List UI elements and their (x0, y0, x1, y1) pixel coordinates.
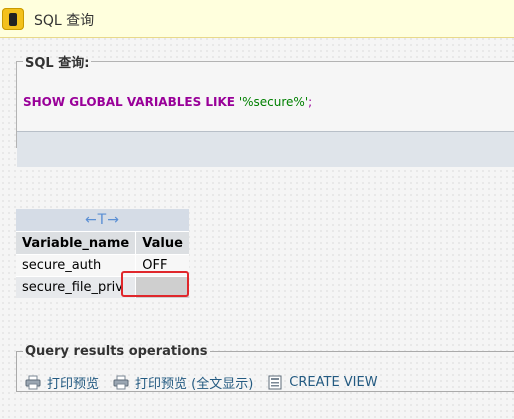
create-view-link[interactable]: CREATE VIEW (267, 375, 378, 390)
sql-query-footer (17, 131, 514, 167)
sql-keyword: SHOW GLOBAL VARIABLES LIKE (23, 95, 235, 109)
sql-query-box: SQL 查询: SHOW GLOBAL VARIABLES LIKE '%sec… (16, 52, 514, 167)
column-toggle-icon[interactable]: ←T→ (85, 212, 120, 228)
operations-legend: Query results operations (25, 344, 208, 359)
print-preview-label: 打印预览 (47, 377, 100, 392)
print-preview-full-label: 打印预览 (全文显示) (135, 377, 254, 392)
column-toggle-header[interactable]: ←T→ (16, 209, 189, 231)
print-preview-full-link[interactable]: 打印预览 (全文显示) (113, 373, 253, 392)
sql-query-legend: SQL 查询: (25, 56, 90, 71)
sql-separator: ; (308, 95, 313, 109)
view-icon (268, 375, 282, 390)
highlight-box (121, 271, 189, 297)
print-preview-link[interactable]: 打印预览 (25, 373, 99, 392)
banner-title: SQL 查询 (34, 13, 95, 29)
sql-query-text[interactable]: SHOW GLOBAL VARIABLES LIKE '%secure%'; (23, 95, 312, 109)
print-icon (25, 375, 41, 390)
print-icon (113, 375, 129, 390)
query-results-operations: Query results operations 打印预览 打印预览 (全文显示… (16, 344, 514, 392)
warning-icon: ! (2, 8, 24, 30)
cell-variable-name: secure_file_priv (16, 276, 136, 298)
sql-query-banner: ! SQL 查询 (0, 0, 514, 38)
column-header-value[interactable]: Value (135, 231, 189, 254)
cell-variable-name: secure_auth (16, 254, 136, 276)
create-view-label: CREATE VIEW (289, 375, 378, 390)
column-header-variable-name[interactable]: Variable_name (16, 231, 136, 254)
sql-pattern: '%secure%' (238, 95, 309, 109)
